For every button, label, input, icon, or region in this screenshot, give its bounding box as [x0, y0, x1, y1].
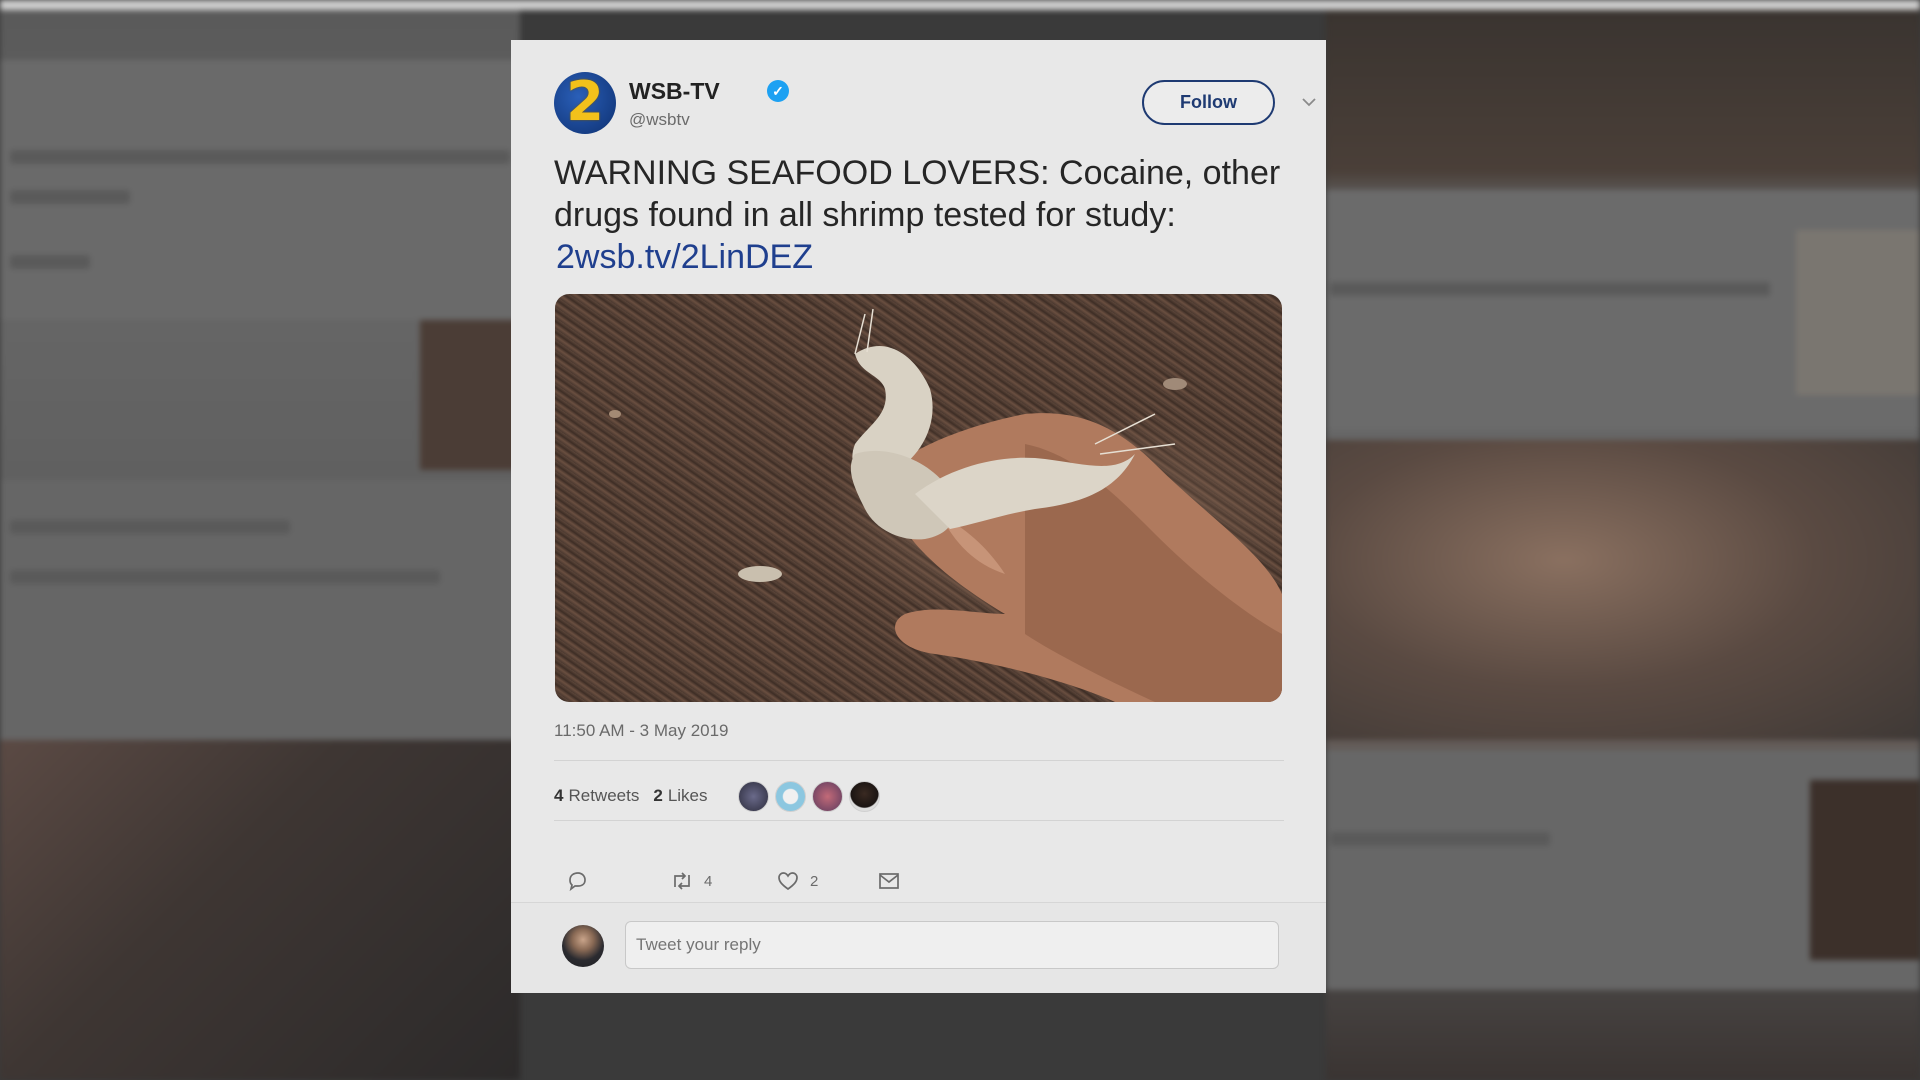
background-left-card — [0, 480, 520, 740]
reply-icon — [569, 872, 586, 892]
background-text-line — [1330, 282, 1770, 296]
background-thumbnail — [1796, 230, 1920, 395]
tweet-media-image[interactable] — [555, 294, 1282, 702]
tweet-text: WARNING SEAFOOD LOVERS: Cocaine, other d… — [554, 154, 1281, 234]
like-count: 2 — [810, 872, 819, 890]
likes-stat[interactable]: 2 Likes — [653, 786, 707, 806]
liker-avatar[interactable] — [848, 780, 880, 812]
reply-action[interactable] — [566, 868, 598, 894]
tweet-header: 2 WSB-TV ✓ @wsbtv Follow — [554, 72, 1316, 142]
message-action[interactable] — [878, 868, 910, 894]
background-photo — [420, 320, 520, 470]
account-handle[interactable]: @wsbtv — [629, 110, 690, 130]
reply-input[interactable] — [625, 921, 1279, 969]
liker-avatar[interactable] — [774, 780, 806, 812]
background-text-line — [1330, 832, 1550, 846]
tweet-card: 2 WSB-TV ✓ @wsbtv Follow WARNING SEAFOOD… — [511, 40, 1326, 993]
background-thumbnail — [1810, 780, 1920, 960]
background-text-line — [10, 520, 290, 534]
account-name[interactable]: WSB-TV — [629, 78, 720, 105]
background-text-line — [10, 190, 130, 204]
like-action[interactable]: 2 — [776, 868, 818, 894]
background-photo — [0, 740, 520, 1080]
retweets-count: 4 — [554, 786, 564, 805]
liker-avatars — [737, 780, 886, 812]
likes-count: 2 — [653, 786, 663, 805]
retweet-action[interactable]: 4 — [670, 868, 712, 894]
liker-avatar[interactable] — [737, 780, 769, 812]
divider — [554, 760, 1284, 761]
tweet-actions: 4 2 — [554, 868, 954, 898]
avatar-logo-digit: 2 — [566, 72, 604, 133]
heart-icon — [778, 872, 798, 891]
background-top-strip — [0, 0, 1920, 10]
divider — [554, 820, 1284, 821]
chevron-down-icon[interactable] — [1301, 96, 1316, 110]
liker-avatar[interactable] — [811, 780, 843, 812]
follow-button[interactable]: Follow — [1142, 80, 1275, 125]
verified-badge-icon: ✓ — [767, 80, 789, 102]
likes-label: Likes — [667, 786, 708, 805]
retweets-stat[interactable]: 4 Retweets — [554, 786, 639, 806]
background-photo — [1326, 440, 1920, 740]
reply-bar — [511, 902, 1326, 993]
background-text-line — [10, 255, 90, 269]
background-text-line — [10, 570, 440, 584]
retweets-label: Retweets — [568, 786, 640, 805]
background-text-line — [10, 150, 510, 164]
retweet-count: 4 — [704, 872, 713, 890]
tweet-body: WARNING SEAFOOD LOVERS: Cocaine, other d… — [554, 152, 1294, 278]
tweet-stats: 4 Retweets 2 Likes — [554, 776, 886, 816]
shrimp-in-hand-photo — [609, 308, 1282, 702]
retweet-icon — [674, 872, 690, 890]
current-user-avatar[interactable] — [562, 925, 604, 967]
tweet-timestamp[interactable]: 11:50 AM - 3 May 2019 — [554, 721, 729, 741]
mail-icon — [879, 873, 899, 889]
account-avatar[interactable]: 2 — [554, 72, 616, 134]
tweet-link[interactable]: 2wsb.tv/2LinDEZ — [554, 236, 1294, 278]
